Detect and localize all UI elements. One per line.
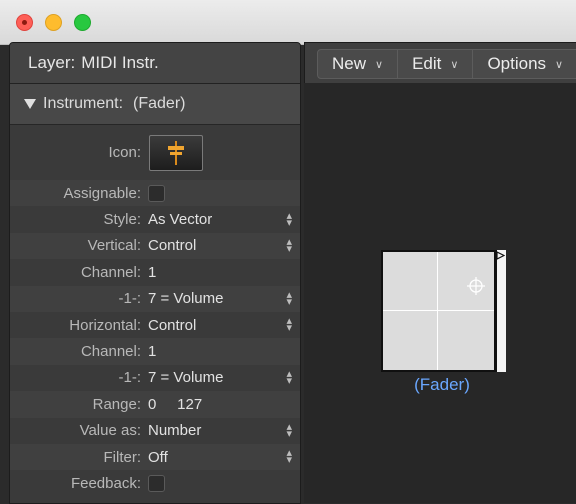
property-label: Vertical: [87,237,141,255]
section-title: Instrument: [43,95,124,112]
chevron-down-icon: ∨ [555,58,564,71]
property-label: -1-: [118,290,142,308]
stepper-arrows-icon[interactable]: ▴ ▾ [286,448,292,466]
property-label: Assignable: [63,184,141,202]
stepper-arrows-icon[interactable]: ▴ ▾ [286,316,292,334]
stepper-arrows-icon[interactable]: ▴ ▾ [286,289,292,307]
property-row: Value as: Number ▴ ▾ [10,418,300,444]
property-label: Style: [103,211,141,229]
property-row: Filter: Off ▴ ▾ [10,443,300,471]
property-row: Channel: 1 [10,259,300,285]
crosshair-icon [467,277,485,295]
output-flag-icon[interactable] [496,251,505,260]
property-value[interactable]: Number [148,422,300,439]
property-value[interactable]: As Vector [148,211,300,228]
chevron-down-icon: ∨ [450,58,459,71]
close-window-button[interactable] [16,14,33,31]
property-label: Filter: [103,448,142,466]
inspector-panel: Layer: MIDI Instr. Instrument: (Fader) I… [9,42,301,504]
menu-label: Edit [412,54,442,73]
chevron-down-icon: ∨ [375,58,384,71]
fader-grid-vertical-line [437,252,438,370]
window-titlebar [0,0,576,45]
menu-label: New [332,54,367,73]
property-value[interactable]: 1 [148,264,300,281]
property-label: Horizontal: [69,316,141,334]
property-value[interactable]: Control [148,237,300,254]
section-subtitle: (Fader) [133,95,186,112]
checkbox[interactable] [148,474,165,492]
property-row: Icon: [10,125,300,180]
fader-grid-horizontal-line [383,310,494,311]
property-row: Feedback: [10,470,300,496]
fader-icon [168,140,184,165]
property-list: Icon: Assignable: Style: As Vector ▴ ▾ Vertica… [10,125,300,497]
property-label: Value as: [79,422,141,440]
property-label: Channel: [80,343,141,361]
property-label: Feedback: [70,474,141,492]
property-value[interactable]: 7 = Volume [148,290,300,307]
environment-toolbar: New ∨ Edit ∨ Options ∨ [304,42,576,84]
zoom-window-button[interactable] [74,14,91,31]
stepper-arrows-icon[interactable]: ▴ ▾ [286,421,292,439]
fader-object-label[interactable]: (Fader) [381,375,503,395]
property-value[interactable]: Off [148,449,300,466]
menu-new-button[interactable]: New ∨ [318,50,399,78]
property-value[interactable]: 1 [148,343,300,360]
layer-label: Layer: [28,53,76,72]
property-value[interactable]: 0 127 [148,396,300,413]
stepper-arrows-icon[interactable]: ▴ ▾ [286,236,292,254]
minimize-window-button[interactable] [45,14,62,31]
property-row: Style: As Vector ▴ ▾ [10,206,300,232]
property-label: Channel: [80,263,141,281]
disclosure-triangle-icon[interactable] [24,99,36,109]
property-label: -1-: [118,369,142,387]
menu-button-group: New ∨ Edit ∨ Options ∨ [317,49,576,79]
menu-edit-button[interactable]: Edit ∨ [398,50,474,78]
stepper-arrows-icon[interactable]: ▴ ▾ [286,210,292,228]
property-row: -1-: 7 = Volume ▴ ▾ [10,365,300,391]
checkbox[interactable] [148,184,165,202]
property-label: Icon: [108,144,141,161]
menu-label: Options [487,54,547,73]
property-row: Horizontal: Control ▴ ▾ [10,312,300,338]
property-row: Channel: 1 [10,338,300,365]
layer-header[interactable]: Layer: MIDI Instr. [10,43,300,84]
property-value[interactable]: 7 = Volume [148,369,300,386]
layer-value: MIDI Instr. [81,53,159,72]
property-row: -1-: 7 = Volume ▴ ▾ [10,285,300,312]
property-label: Range: [92,395,141,413]
property-row: Assignable: [10,180,300,207]
property-row: Vertical: Control ▴ ▾ [10,232,300,260]
stepper-arrows-icon[interactable]: ▴ ▾ [286,368,292,386]
fader-output-strip[interactable] [496,250,506,372]
menu-options-button[interactable]: Options ∨ [473,50,576,78]
property-value[interactable]: Control [148,317,300,334]
property-row: Range: 0 127 [10,391,300,418]
fader-object[interactable] [381,250,496,372]
instrument-section-header[interactable]: Instrument: (Fader) [10,84,300,125]
icon-picker-button[interactable] [149,134,203,171]
